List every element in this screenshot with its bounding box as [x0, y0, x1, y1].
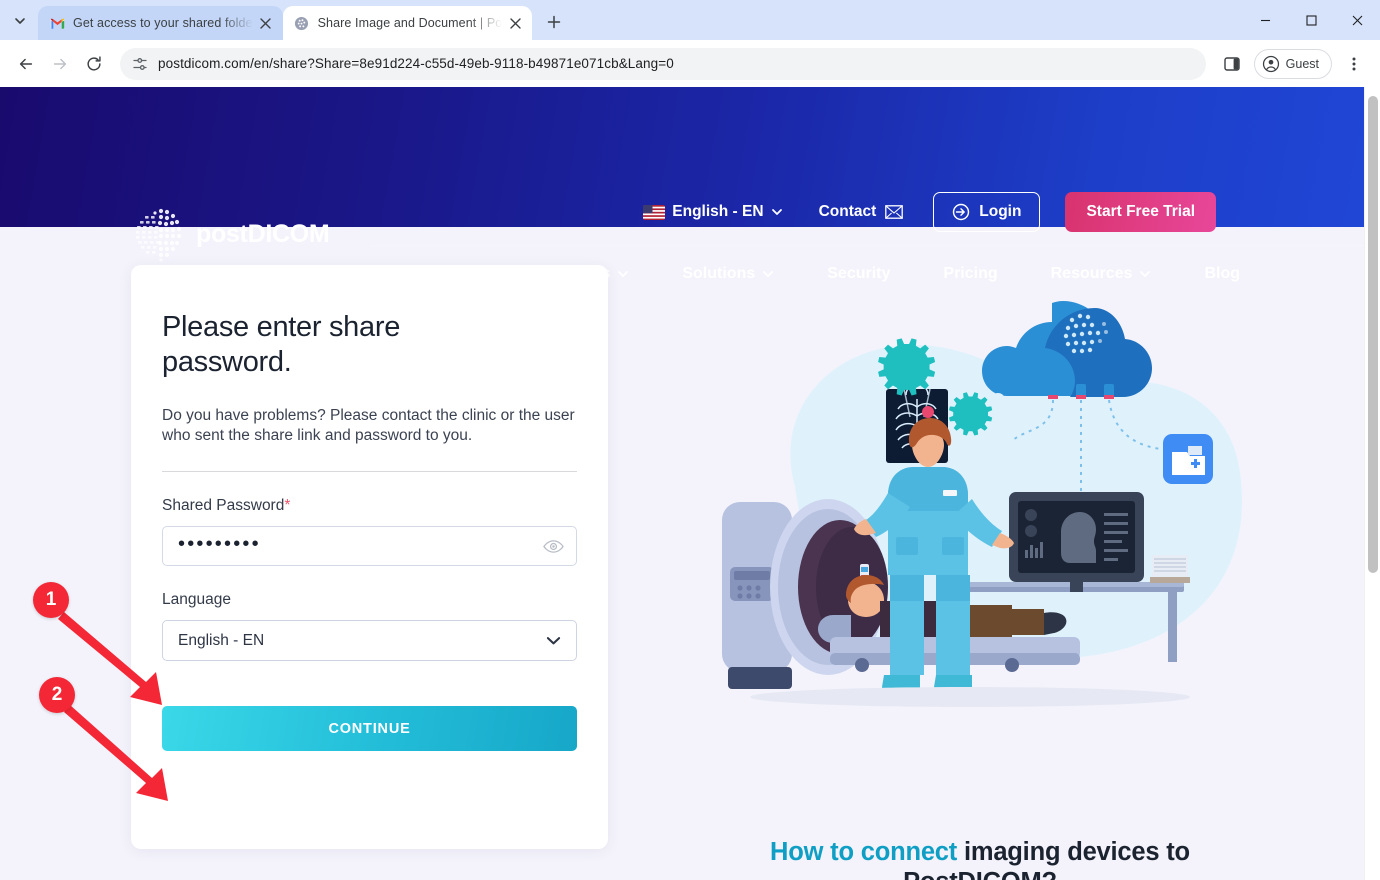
postdicom-share-page: postDICOM English - EN Contact Login Sta… — [0, 87, 1364, 880]
annotation-badge-2-number: 2 — [51, 684, 63, 705]
profile-label: Guest — [1285, 56, 1319, 71]
envelope-icon — [885, 205, 904, 219]
carousel-panel: How to connect imaging devices to PostDI… — [700, 237, 1260, 880]
tab-strip: Get access to your shared folde Share Im… — [0, 0, 1380, 40]
shared-password-label-text: Shared Password — [162, 497, 285, 514]
scrollbar-thumb[interactable] — [1368, 96, 1378, 573]
shared-password-label: Shared Password* — [162, 497, 577, 515]
paper-stack — [1150, 555, 1190, 583]
side-panel-button[interactable] — [1216, 48, 1248, 80]
gmail-icon — [49, 15, 65, 31]
browser-tab-1-title: Get access to your shared folde — [73, 16, 253, 30]
forward-arrow-icon — [53, 58, 67, 69]
contact-label: Contact — [818, 203, 877, 220]
annotation-badge-2: 2 — [39, 677, 75, 713]
window-controls — [1242, 0, 1380, 40]
browser-chrome: Get access to your shared folde Share Im… — [0, 0, 1380, 87]
forward-button[interactable] — [44, 48, 76, 80]
shared-password-value: ••••••••• — [178, 533, 261, 555]
language-select-value: English - EN — [178, 631, 265, 649]
browser-tab-2[interactable]: Share Image and Document | Po — [282, 6, 533, 40]
tab-search-button[interactable] — [6, 7, 34, 35]
carousel-caption: How to connect imaging devices to PostDI… — [700, 837, 1260, 880]
login-icon — [953, 203, 970, 221]
imaging-devices-illustration — [722, 301, 1243, 707]
share-password-card: Please enter share password. Do you have… — [131, 265, 608, 849]
reload-icon — [87, 55, 101, 71]
start-free-trial-label: Start Free Trial — [1086, 203, 1195, 220]
address-bar-url: postdicom.com/en/share?Share=8e91d224-c5… — [158, 56, 674, 71]
window-close-button[interactable] — [1334, 0, 1380, 40]
eye-icon — [543, 539, 564, 553]
browser-toolbar: postdicom.com/en/share?Share=8e91d224-c5… — [0, 40, 1380, 87]
kebab-menu-icon — [1352, 57, 1356, 70]
login-label: Login — [979, 203, 1022, 220]
chevron-down-icon — [15, 18, 25, 24]
browser-tab-2-title: Share Image and Document | Po — [317, 16, 503, 30]
avatar-icon — [1262, 55, 1279, 72]
us-flag-icon — [643, 204, 666, 220]
browser-tab-1[interactable]: Get access to your shared folde — [38, 6, 283, 40]
profile-button[interactable]: Guest — [1253, 48, 1332, 79]
header-language-label: English - EN — [672, 203, 764, 220]
carousel-caption-accent: How to connect — [770, 838, 958, 866]
toggle-password-visibility-button[interactable] — [543, 539, 564, 554]
start-free-trial-button[interactable]: Start Free Trial — [1065, 192, 1216, 232]
postdicom-icon — [294, 15, 310, 31]
address-bar[interactable]: postdicom.com/en/share?Share=8e91d224-c5… — [120, 47, 1206, 80]
medical-folder-icon — [1163, 434, 1213, 484]
annotation-badge-1-number: 1 — [45, 589, 57, 610]
required-marker: * — [284, 497, 291, 514]
header-top-bar: English - EN Contact Login Start Free Tr… — [643, 192, 1216, 232]
reload-button[interactable] — [78, 48, 110, 80]
page-title: Please enter share password. — [162, 311, 401, 378]
card-description: Do you have problems? Please contact the… — [162, 407, 575, 444]
continue-button[interactable]: CONTINUE — [162, 706, 577, 751]
plus-icon — [548, 15, 561, 29]
login-button[interactable]: Login — [933, 192, 1041, 232]
language-select[interactable]: English - EN — [162, 620, 577, 661]
page-content: Please enter share password. Do you have… — [0, 227, 1364, 880]
new-tab-button[interactable] — [540, 8, 568, 36]
shared-password-input[interactable]: ••••••••• — [162, 526, 577, 566]
browser-menu-button[interactable] — [1338, 48, 1370, 80]
continue-button-label: CONTINUE — [328, 720, 411, 737]
window-minimize-button[interactable] — [1242, 0, 1288, 40]
contact-link[interactable]: Contact — [819, 203, 904, 221]
annotation-badge-1: 1 — [33, 582, 69, 618]
site-settings-icon[interactable] — [132, 56, 148, 72]
page-viewport: postDICOM English - EN Contact Login Sta… — [0, 87, 1380, 880]
back-button[interactable] — [10, 48, 42, 80]
toolbar-right-actions: Guest — [1216, 48, 1370, 80]
page-scrollbar[interactable] — [1364, 87, 1380, 880]
header-language-selector[interactable]: English - EN — [643, 203, 782, 221]
chevron-down-icon — [771, 209, 782, 215]
imaging-monitor — [1009, 492, 1144, 592]
card-divider — [162, 471, 577, 472]
cloud-icon — [982, 301, 1152, 397]
language-label: Language — [162, 591, 231, 608]
chevron-down-icon — [546, 637, 561, 645]
side-panel-icon — [1223, 56, 1240, 71]
close-icon[interactable] — [257, 14, 275, 32]
site-header: postDICOM English - EN Contact Login Sta… — [0, 87, 1364, 282]
close-icon[interactable] — [506, 14, 524, 32]
window-maximize-button[interactable] — [1288, 0, 1334, 40]
back-arrow-icon — [19, 58, 33, 69]
